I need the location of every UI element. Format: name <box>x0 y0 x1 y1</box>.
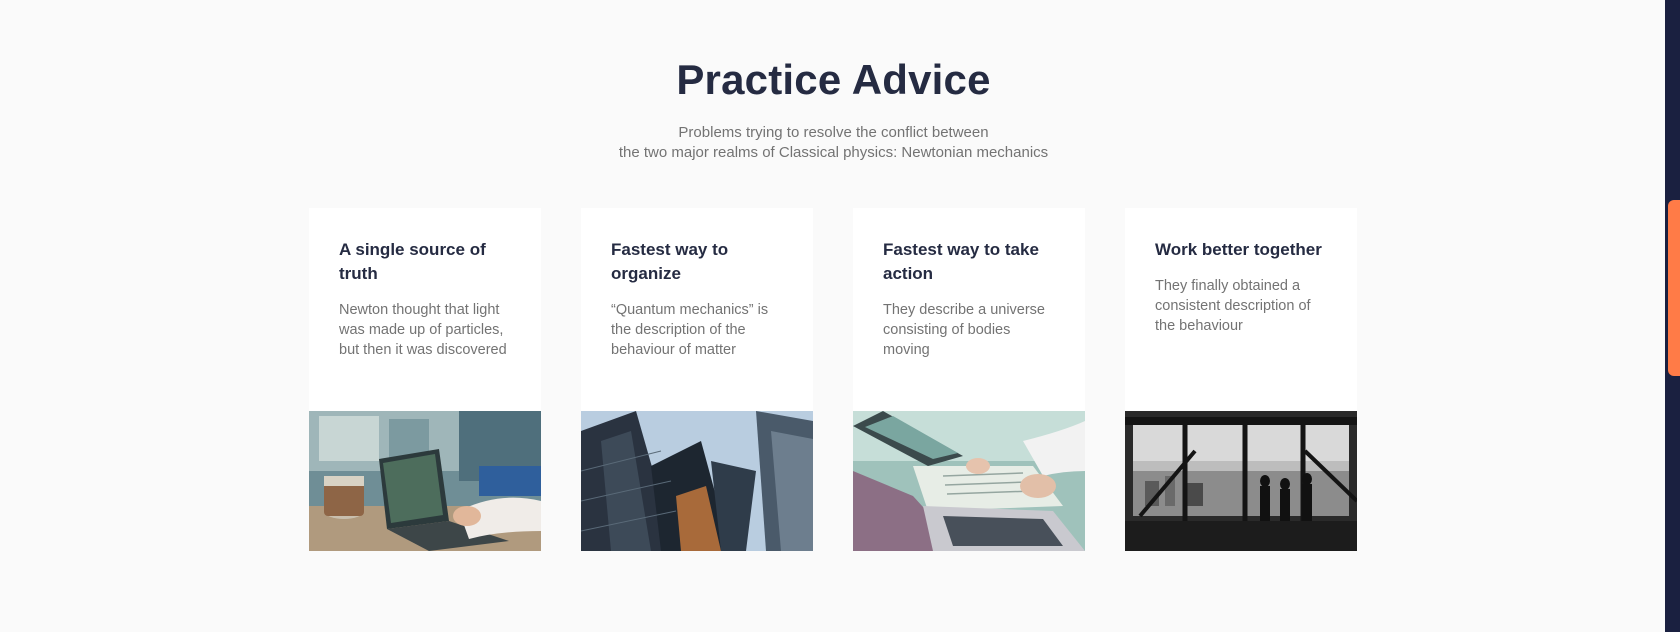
card-text: They describe a universe consisting of b… <box>883 302 1045 358</box>
card-title: A single source of truth <box>339 240 486 283</box>
card-text: Newton thought that light was made up of… <box>339 302 507 358</box>
card-text: “Quantum mechanics” is the description o… <box>611 302 769 358</box>
section-title: Practice Advice <box>676 56 991 103</box>
card-grid: A single source of truth Newton thought … <box>309 208 1357 551</box>
section-subtitle: Problems trying to resolve the conflict … <box>0 123 1667 163</box>
card-text: They finally obtained a consistent descr… <box>1155 278 1311 334</box>
office-window-image <box>1125 411 1357 551</box>
card-title: Work better together <box>1155 240 1322 259</box>
notes-laptop-image <box>853 411 1085 551</box>
practice-advice-section: Practice Advice Problems trying to resol… <box>0 0 1665 632</box>
page-scrollbar[interactable] <box>1665 0 1680 632</box>
card-title: Fastest way to organize <box>611 240 729 283</box>
advice-card[interactable]: A single source of truth Newton thought … <box>309 208 541 551</box>
advice-card[interactable]: Work better together They finally obtain… <box>1125 208 1357 551</box>
skyscrapers-image <box>581 411 813 551</box>
scrollbar-thumb[interactable] <box>1668 200 1680 376</box>
advice-card[interactable]: Fastest way to take action They describe… <box>853 208 1085 551</box>
card-title: Fastest way to take action <box>883 240 1039 283</box>
subtitle-line-2: the two major realms of Classical physic… <box>618 144 1049 161</box>
advice-card[interactable]: Fastest way to organize “Quantum mechani… <box>581 208 813 551</box>
laptop-coffee-image <box>309 411 541 551</box>
subtitle-line-1: Problems trying to resolve the conflict … <box>678 124 989 141</box>
